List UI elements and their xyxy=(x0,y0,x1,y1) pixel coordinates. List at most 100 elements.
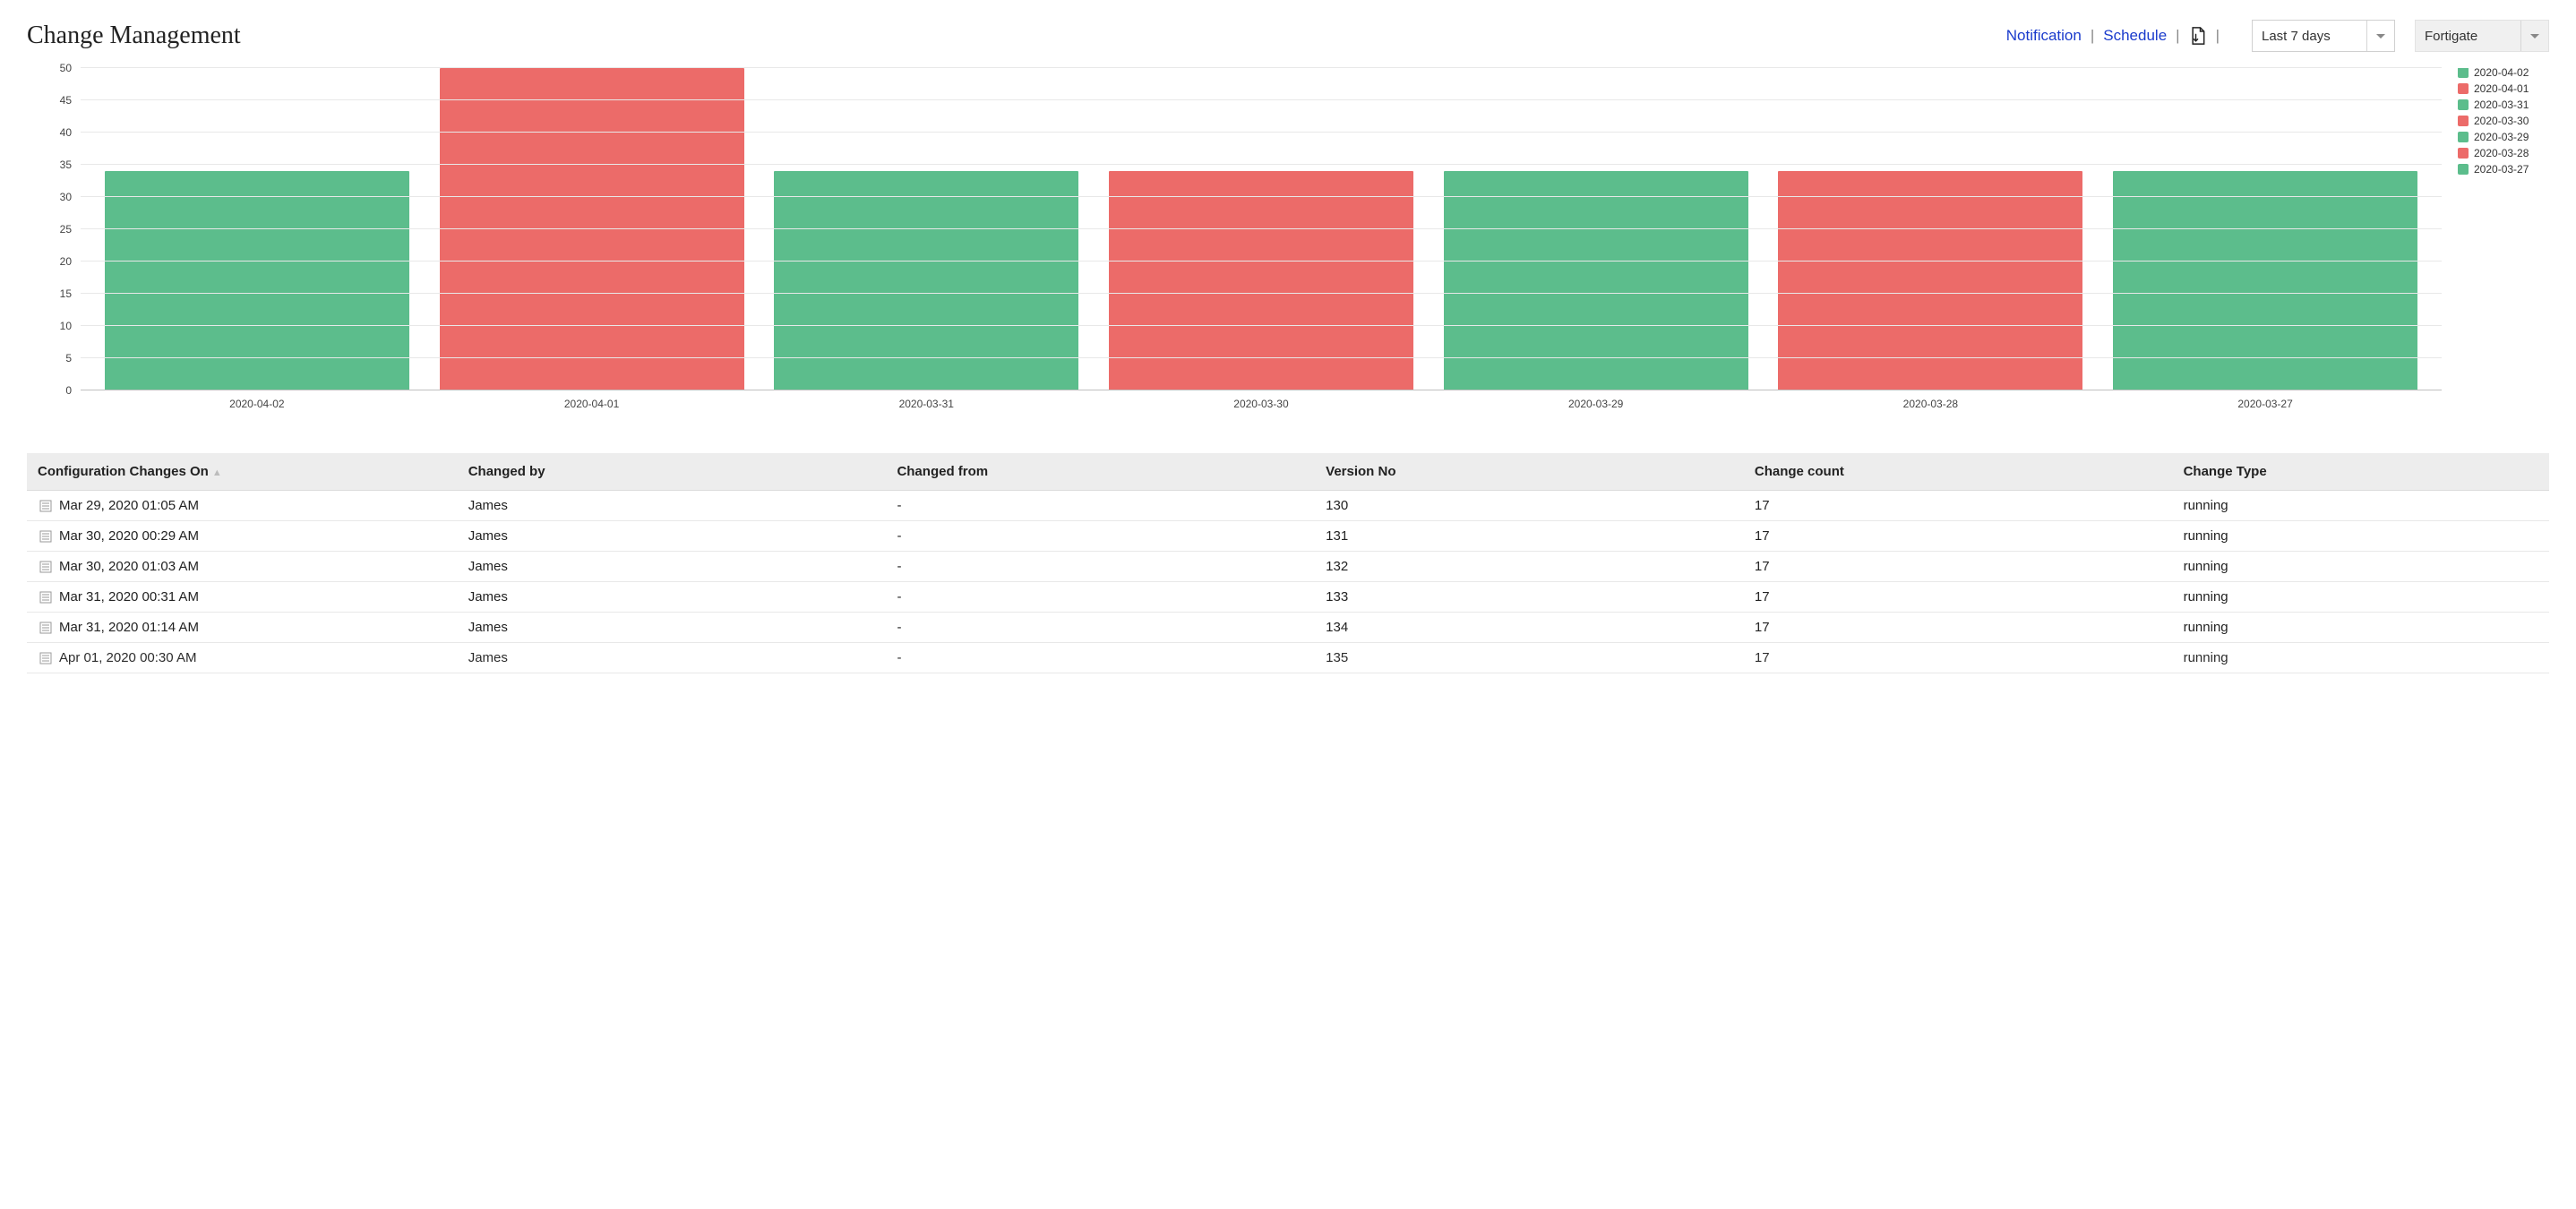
config-file-icon xyxy=(39,561,52,573)
table-cell: 134 xyxy=(1313,613,1742,643)
legend-item[interactable]: 2020-04-01 xyxy=(2458,82,2549,95)
table-cell: Mar 31, 2020 00:31 AM xyxy=(27,582,456,613)
y-tick-label: 30 xyxy=(60,191,72,203)
table-cell: Mar 29, 2020 01:05 AM xyxy=(27,491,456,521)
grid-line xyxy=(81,164,2442,165)
x-tick-label: 2020-04-01 xyxy=(440,398,744,410)
x-tick-label: 2020-03-31 xyxy=(774,398,1078,410)
table-cell: running xyxy=(2171,643,2549,673)
config-file-icon xyxy=(39,530,52,543)
table-cell: - xyxy=(884,613,1313,643)
grid-line xyxy=(81,132,2442,133)
table-cell: - xyxy=(884,643,1313,673)
x-tick-label: 2020-04-02 xyxy=(105,398,409,410)
col-changed-by[interactable]: Changed by xyxy=(456,453,885,491)
table-cell: Mar 30, 2020 01:03 AM xyxy=(27,552,456,582)
cell-text: Mar 31, 2020 00:31 AM xyxy=(59,589,199,604)
separator: | xyxy=(2216,27,2220,45)
legend-item[interactable]: 2020-03-27 xyxy=(2458,163,2549,176)
notification-link[interactable]: Notification xyxy=(2006,27,2082,45)
grid-line xyxy=(81,357,2442,358)
table-cell: - xyxy=(884,521,1313,552)
cell-text: Mar 30, 2020 00:29 AM xyxy=(59,528,199,544)
table-cell: 132 xyxy=(1313,552,1742,582)
chart-plot-area xyxy=(81,68,2442,390)
table-cell: Mar 30, 2020 00:29 AM xyxy=(27,521,456,552)
table-header-row: Configuration Changes On▲ Changed by Cha… xyxy=(27,453,2549,491)
legend-label: 2020-03-28 xyxy=(2474,147,2529,159)
x-tick-label: 2020-03-30 xyxy=(1109,398,1413,410)
y-tick-label: 50 xyxy=(60,62,72,74)
table-cell: - xyxy=(884,491,1313,521)
table-row[interactable]: Mar 30, 2020 01:03 AMJames-13217running xyxy=(27,552,2549,582)
col-change-count[interactable]: Change count xyxy=(1742,453,2171,491)
table-cell: - xyxy=(884,552,1313,582)
table-row[interactable]: Mar 31, 2020 01:14 AMJames-13417running xyxy=(27,613,2549,643)
config-file-icon xyxy=(39,622,52,634)
table-cell: running xyxy=(2171,521,2549,552)
table-row[interactable]: Mar 29, 2020 01:05 AMJames-13017running xyxy=(27,491,2549,521)
legend-item[interactable]: 2020-03-30 xyxy=(2458,115,2549,127)
grid-line xyxy=(81,228,2442,229)
table-cell: Apr 01, 2020 00:30 AM xyxy=(27,643,456,673)
table-row[interactable]: Mar 30, 2020 00:29 AMJames-13117running xyxy=(27,521,2549,552)
col-config-changes-on[interactable]: Configuration Changes On▲ xyxy=(27,453,456,491)
legend-label: 2020-03-29 xyxy=(2474,131,2529,143)
chart-container: 05101520253035404550 2020-04-022020-04-0… xyxy=(27,68,2549,417)
table-cell: Mar 31, 2020 01:14 AM xyxy=(27,613,456,643)
bar-slot xyxy=(105,68,409,390)
chart-bar[interactable] xyxy=(440,68,744,390)
chart-main: 05101520253035404550 2020-04-022020-04-0… xyxy=(27,68,2442,417)
separator: | xyxy=(2176,27,2179,45)
changes-table: Configuration Changes On▲ Changed by Cha… xyxy=(27,453,2549,673)
y-tick-label: 15 xyxy=(60,287,72,300)
pdf-export-icon[interactable] xyxy=(2189,26,2207,46)
time-range-label: Last 7 days xyxy=(2262,29,2331,44)
table-cell: 17 xyxy=(1742,613,2171,643)
col-version-no[interactable]: Version No xyxy=(1313,453,1742,491)
table-row[interactable]: Apr 01, 2020 00:30 AMJames-13517running xyxy=(27,643,2549,673)
table-cell: 17 xyxy=(1742,521,2171,552)
table-cell: 17 xyxy=(1742,491,2171,521)
schedule-link[interactable]: Schedule xyxy=(2103,27,2167,45)
grid-line xyxy=(81,325,2442,326)
chart-y-axis: 05101520253035404550 xyxy=(27,68,81,390)
legend-swatch xyxy=(2458,68,2469,78)
table-cell: James xyxy=(456,582,885,613)
col-change-type[interactable]: Change Type xyxy=(2171,453,2549,491)
cell-text: Apr 01, 2020 00:30 AM xyxy=(59,650,196,665)
table-cell: James xyxy=(456,521,885,552)
legend-item[interactable]: 2020-03-31 xyxy=(2458,99,2549,111)
config-file-icon xyxy=(39,500,52,512)
chevron-down-icon xyxy=(2376,34,2385,39)
y-tick-label: 25 xyxy=(60,223,72,236)
cell-text: Mar 31, 2020 01:14 AM xyxy=(59,620,199,635)
legend-swatch xyxy=(2458,116,2469,126)
chevron-down-icon xyxy=(2530,34,2539,39)
legend-label: 2020-04-01 xyxy=(2474,82,2529,95)
legend-item[interactable]: 2020-03-29 xyxy=(2458,131,2549,143)
legend-item[interactable]: 2020-04-02 xyxy=(2458,68,2549,79)
table-cell: James xyxy=(456,643,885,673)
cell-text: Mar 30, 2020 01:03 AM xyxy=(59,559,199,574)
table-cell: - xyxy=(884,582,1313,613)
bar-slot xyxy=(774,68,1078,390)
col-changed-from[interactable]: Changed from xyxy=(884,453,1313,491)
page-title: Change Management xyxy=(27,21,241,50)
y-tick-label: 35 xyxy=(60,159,72,171)
table-cell: running xyxy=(2171,491,2549,521)
y-tick-label: 10 xyxy=(60,320,72,332)
legend-swatch xyxy=(2458,132,2469,142)
bar-slot xyxy=(2113,68,2417,390)
table-row[interactable]: Mar 31, 2020 00:31 AMJames-13317running xyxy=(27,582,2549,613)
table-cell: James xyxy=(456,613,885,643)
header-controls: Notification | Schedule | | Last 7 days … xyxy=(2006,20,2549,52)
table-cell: 17 xyxy=(1742,552,2171,582)
chart-bars xyxy=(81,68,2442,390)
x-tick-label: 2020-03-28 xyxy=(1778,398,2082,410)
time-range-dropdown[interactable]: Last 7 days xyxy=(2252,20,2395,52)
legend-item[interactable]: 2020-03-28 xyxy=(2458,147,2549,159)
legend-swatch xyxy=(2458,83,2469,94)
y-tick-label: 40 xyxy=(60,126,72,139)
device-dropdown[interactable]: Fortigate xyxy=(2415,20,2549,52)
